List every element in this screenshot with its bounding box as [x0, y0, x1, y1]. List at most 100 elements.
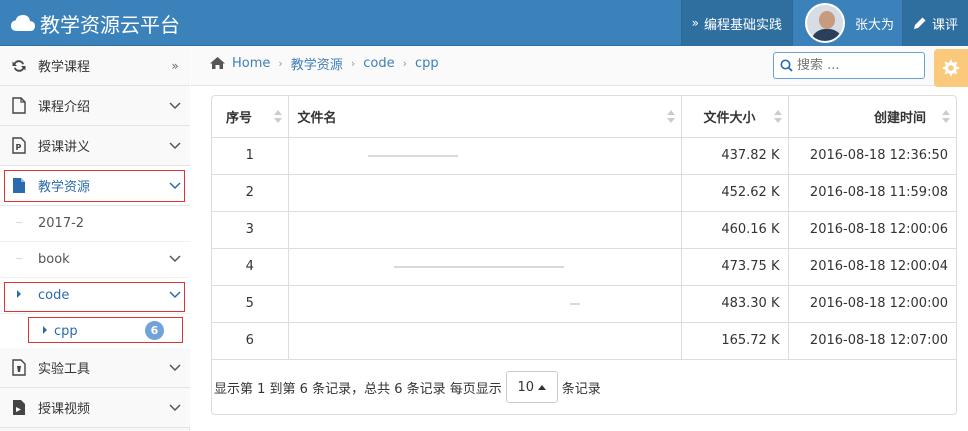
table-row[interactable]: 4 473.75 K 2016-08-18 12:00:04: [212, 248, 956, 286]
sort-icon: [666, 110, 675, 124]
table-header-row: 序号 文件名 文件大小 创建时间: [212, 96, 956, 138]
pagination-info: 显示第 1 到第 6 条记录，总共 6 条记录 每页显示 10 条记录: [214, 371, 601, 403]
pagination-suffix: 条记录: [561, 381, 601, 397]
column-header-size[interactable]: 文件大小: [681, 96, 789, 138]
caret-up-icon: [538, 384, 547, 390]
user-menu[interactable]: 张大为: [791, 0, 902, 46]
sidebar-item-label: 实验工具: [38, 362, 91, 377]
gear-icon: [942, 59, 960, 77]
table-row[interactable]: 5 483.30 K 2016-08-18 12:00:00: [212, 285, 956, 323]
cell-created: 2016-08-18 12:00:04: [788, 248, 956, 286]
cell-filename[interactable]: [288, 211, 682, 249]
cell-size: 483.30 K: [681, 285, 789, 323]
sidebar-subitem-2017-2[interactable]: ┈ 2017-2: [0, 206, 190, 242]
brand[interactable]: 教学资源云平台: [10, 6, 180, 40]
breadcrumb-cpp[interactable]: cpp: [415, 56, 439, 71]
cell-created: 2016-08-18 12:07:00: [788, 322, 956, 360]
cell-no: 2: [212, 174, 289, 212]
search-box[interactable]: [773, 52, 925, 79]
breadcrumb: Home › 教学资源 › code › cpp: [209, 46, 439, 80]
search-icon: [780, 59, 793, 72]
home-icon: [210, 57, 225, 69]
table-row[interactable]: 2 452.62 K 2016-08-18 11:59:08: [212, 174, 956, 212]
cell-no: 1: [212, 137, 289, 175]
settings-button[interactable]: [934, 49, 968, 87]
sidebar: 教学课程 » 课程介绍 P 授课讲义 教学资源 ┈ 2017-2 ┈ book …: [0, 46, 190, 431]
cell-no: 5: [212, 285, 289, 323]
tree-dash-icon: ┈: [15, 254, 23, 265]
sidebar-item-label: 课程介绍: [38, 100, 91, 115]
breadcrumb-bar: Home › 教学资源 › code › cpp: [191, 46, 968, 87]
column-header-created[interactable]: 创建时间: [788, 96, 956, 138]
chevron-down-icon: [160, 139, 190, 153]
column-header-filename[interactable]: 文件名: [288, 96, 682, 138]
sidebar-item-slides[interactable]: P 授课讲义: [0, 126, 190, 166]
sort-icon: [942, 110, 950, 124]
sidebar-item-tools[interactable]: 实验工具: [0, 348, 190, 388]
chevron-down-icon: [160, 361, 190, 375]
breadcrumb-code[interactable]: code: [363, 56, 394, 71]
cell-size: 473.75 K: [681, 248, 789, 286]
file-table-panel: 序号 文件名 文件大小 创建时间 1 437.82 K 2016-08-18 1…: [211, 95, 957, 415]
powerpoint-icon: P: [0, 137, 38, 154]
table-row[interactable]: 6 165.72 K 2016-08-18 12:07:00: [212, 322, 956, 360]
sidebar-item-courses[interactable]: 教学课程 »: [0, 46, 190, 86]
breadcrumb-resources[interactable]: 教学资源: [291, 54, 343, 73]
highlight-box: [4, 170, 185, 202]
breadcrumb-home[interactable]: Home: [232, 56, 270, 71]
page-size-value: 10: [517, 379, 535, 395]
cell-filename[interactable]: [288, 248, 682, 286]
sidebar-item-intro[interactable]: 课程介绍: [0, 86, 190, 126]
cloud-icon: [11, 15, 35, 31]
chevron-down-icon: [160, 401, 190, 415]
double-chevron-right-icon: »: [691, 16, 699, 30]
column-header-no[interactable]: 序号: [212, 96, 289, 138]
cell-filename[interactable]: [288, 322, 682, 360]
sidebar-subitem-book[interactable]: ┈ book: [0, 242, 190, 278]
table-row[interactable]: 3 460.16 K 2016-08-18 12:00:06: [212, 211, 956, 249]
course-nav-button[interactable]: » 编程基础实践: [680, 0, 792, 46]
cell-filename[interactable]: [288, 137, 682, 175]
search-input[interactable]: [797, 58, 917, 73]
course-nav-label: 编程基础实践: [703, 17, 782, 33]
review-label: 课评: [931, 17, 958, 33]
table-row[interactable]: 1 437.82 K 2016-08-18 12:36:50: [212, 137, 956, 175]
cell-size: 460.16 K: [681, 211, 789, 249]
tool-file-icon: [0, 359, 38, 376]
cell-created: 2016-08-18 12:00:00: [788, 285, 956, 323]
chevron-right-icon: ›: [278, 56, 283, 70]
cell-size: 452.62 K: [681, 174, 789, 212]
cell-no: 3: [212, 211, 289, 249]
chevron-down-icon: [160, 252, 190, 267]
tree-dash-icon: ┈: [15, 218, 23, 229]
sort-icon: [773, 110, 782, 124]
chevron-down-icon: [160, 99, 190, 113]
file-table: 序号 文件名 文件大小 创建时间 1 437.82 K 2016-08-18 1…: [212, 96, 956, 360]
sidebar-item-label: 教学课程: [38, 60, 91, 75]
pagination-summary: 显示第 1 到第 6 条记录，总共 6 条记录 每页显示: [214, 381, 502, 397]
user-name: 张大为: [854, 17, 894, 33]
chevron-right-icon: ›: [350, 56, 356, 70]
cell-created: 2016-08-18 12:36:50: [788, 137, 956, 175]
sidebar-item-videos[interactable]: 授课视频: [0, 388, 190, 428]
review-button[interactable]: 课评: [901, 0, 968, 46]
brand-title: 教学资源云平台: [40, 12, 180, 37]
top-navbar: 教学资源云平台 » 编程基础实践 张大为 课评: [0, 0, 968, 46]
cell-no: 6: [212, 322, 289, 360]
page-size-select[interactable]: 10: [505, 371, 558, 403]
double-chevron-right-icon[interactable]: »: [160, 59, 190, 73]
cell-size: 165.72 K: [681, 322, 789, 360]
cell-no: 4: [212, 248, 289, 286]
pencil-icon: [913, 17, 926, 29]
svg-text:P: P: [16, 143, 22, 152]
cell-size: 437.82 K: [681, 137, 789, 175]
sidebar-item-label: 授课讲义: [38, 140, 91, 155]
cell-filename[interactable]: [288, 174, 682, 212]
refresh-icon: [0, 58, 38, 74]
cell-created: 2016-08-18 11:59:08: [788, 174, 956, 212]
cell-filename[interactable]: [288, 285, 682, 323]
sidebar-item-label: 授课视频: [38, 402, 91, 417]
highlight-box: [4, 282, 185, 312]
cell-created: 2016-08-18 12:00:06: [788, 211, 956, 249]
sort-icon: [273, 110, 282, 124]
